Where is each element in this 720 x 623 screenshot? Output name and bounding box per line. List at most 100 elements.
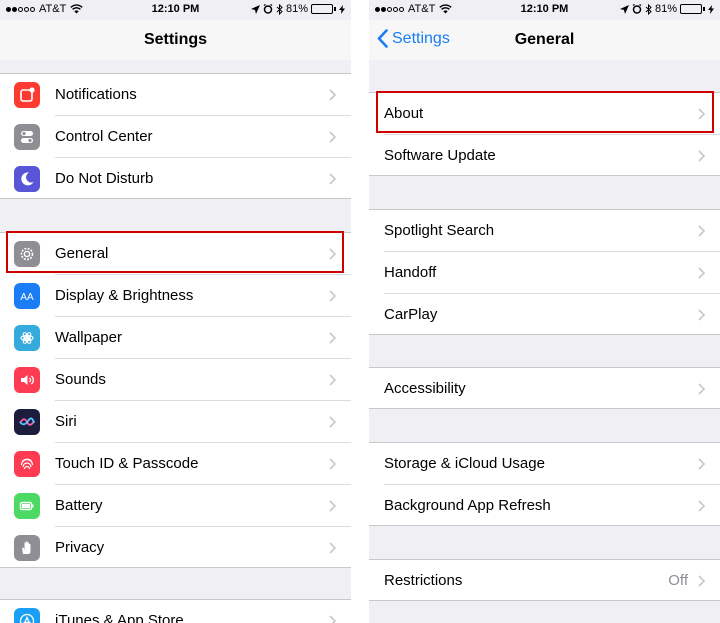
chevron-right-icon bbox=[329, 542, 336, 554]
settings-row-background-app-refresh[interactable]: Background App Refresh bbox=[369, 485, 720, 527]
chevron-right-icon bbox=[329, 615, 336, 623]
row-label: Battery bbox=[55, 497, 103, 514]
settings-group: About Software Update bbox=[369, 92, 720, 176]
row-label: Display & Brightness bbox=[55, 287, 194, 304]
settings-row-notifications[interactable]: Notifications bbox=[0, 74, 351, 116]
row-label: Wallpaper bbox=[55, 329, 122, 346]
settings-group: Accessibility bbox=[369, 367, 720, 409]
page-title: General bbox=[514, 31, 575, 48]
settings-row-control-center[interactable]: Control Center bbox=[0, 116, 351, 158]
settings-row-accessibility[interactable]: Accessibility bbox=[369, 368, 720, 410]
chevron-right-icon bbox=[698, 383, 705, 395]
settings-row-software-update[interactable]: Software Update bbox=[369, 135, 720, 177]
bluetooth-icon bbox=[645, 3, 652, 15]
settings-row-handoff[interactable]: Handoff bbox=[369, 252, 720, 294]
chevron-right-icon bbox=[698, 150, 705, 162]
speaker-icon bbox=[14, 367, 40, 393]
gear-icon bbox=[14, 241, 40, 267]
chevron-right-icon bbox=[329, 173, 336, 185]
chevron-right-icon bbox=[698, 500, 705, 512]
row-label: Spotlight Search bbox=[384, 222, 495, 239]
chevron-right-icon bbox=[698, 225, 705, 237]
row-label: Siri bbox=[55, 413, 77, 430]
settings-row-carplay[interactable]: CarPlay bbox=[369, 294, 720, 336]
chevron-right-icon bbox=[329, 89, 336, 101]
settings-group: Restrictions Off bbox=[369, 559, 720, 601]
row-label: Software Update bbox=[384, 147, 496, 164]
row-label: Background App Refresh bbox=[384, 497, 551, 514]
battery-percent: 81% bbox=[654, 3, 677, 15]
chevron-right-icon bbox=[698, 108, 705, 120]
charging-bolt-icon bbox=[339, 4, 345, 14]
settings-row-touch-id-and-passcode[interactable]: Touch ID & Passcode bbox=[0, 443, 351, 485]
settings-row-privacy[interactable]: Privacy bbox=[0, 527, 351, 569]
status-bar: AT&T 12:10 PM 81% bbox=[369, 0, 720, 20]
row-label: Privacy bbox=[55, 539, 105, 556]
battery-icon bbox=[14, 493, 40, 519]
chevron-right-icon bbox=[329, 131, 336, 143]
battery-percent: 81% bbox=[285, 3, 308, 15]
settings-row-about[interactable]: About bbox=[369, 93, 720, 135]
status-bar: AT&T 12:10 PM 81% bbox=[0, 0, 351, 20]
settings-row-spotlight-search[interactable]: Spotlight Search bbox=[369, 210, 720, 252]
battery-icon bbox=[311, 4, 336, 14]
location-icon bbox=[619, 4, 629, 14]
settings-row-battery[interactable]: Battery bbox=[0, 485, 351, 527]
svg-text:AA: AA bbox=[20, 292, 34, 303]
chevron-right-icon bbox=[329, 332, 336, 344]
row-label: Sounds bbox=[55, 371, 106, 388]
app-store-icon bbox=[14, 608, 40, 623]
row-label: Accessibility bbox=[384, 380, 466, 397]
chevron-right-icon bbox=[329, 416, 336, 428]
row-label: CarPlay bbox=[384, 306, 438, 323]
moon-icon bbox=[14, 166, 40, 192]
navigation-bar: Settings bbox=[0, 20, 351, 60]
notifications-icon bbox=[14, 82, 40, 108]
row-label: Storage & iCloud Usage bbox=[384, 455, 545, 472]
chevron-right-icon bbox=[329, 290, 336, 302]
chevron-right-icon bbox=[329, 458, 336, 470]
settings-row-storage-and-icloud-usage[interactable]: Storage & iCloud Usage bbox=[369, 443, 720, 485]
chevron-right-icon bbox=[329, 500, 336, 512]
hand-icon bbox=[14, 535, 40, 561]
chevron-right-icon bbox=[698, 458, 705, 470]
settings-row-wallpaper[interactable]: Wallpaper bbox=[0, 317, 351, 359]
chevron-right-icon bbox=[698, 575, 705, 587]
charging-bolt-icon bbox=[708, 4, 714, 14]
settings-group: iTunes & App Store bbox=[0, 599, 351, 623]
chevron-right-icon bbox=[329, 374, 336, 386]
wallpaper-icon bbox=[14, 325, 40, 351]
settings-screen: AT&T 12:10 PM 81% Settings iTunes & App … bbox=[0, 0, 351, 623]
alarm-icon bbox=[263, 4, 273, 14]
chevron-right-icon bbox=[698, 267, 705, 279]
location-icon bbox=[250, 4, 260, 14]
settings-group: Spotlight Search Handoff CarPlay bbox=[369, 209, 720, 335]
settings-row-itunes-and-app-store[interactable]: iTunes & App Store bbox=[0, 600, 351, 623]
settings-row-sounds[interactable]: Sounds bbox=[0, 359, 351, 401]
row-label: General bbox=[55, 245, 109, 262]
row-label: Touch ID & Passcode bbox=[55, 455, 199, 472]
settings-group: Notifications Control Center Do Not Distur… bbox=[0, 73, 351, 199]
row-label: Do Not Disturb bbox=[55, 170, 154, 187]
settings-row-restrictions[interactable]: Restrictions Off bbox=[369, 560, 720, 602]
alarm-icon bbox=[632, 4, 642, 14]
row-value: Off bbox=[668, 572, 688, 589]
display-icon: AA bbox=[14, 283, 40, 309]
settings-row-siri[interactable]: Siri bbox=[0, 401, 351, 443]
settings-row-do-not-disturb[interactable]: Do Not Disturb bbox=[0, 158, 351, 200]
control-center-icon bbox=[14, 124, 40, 150]
settings-group: Storage & iCloud Usage Background App Ref… bbox=[369, 442, 720, 526]
siri-icon bbox=[14, 409, 40, 435]
settings-row-display-and-brightness[interactable]: AA Display & Brightness bbox=[0, 275, 351, 317]
row-label: Handoff bbox=[384, 264, 437, 281]
row-label: Notifications bbox=[55, 86, 137, 103]
page-title: Settings bbox=[143, 31, 208, 48]
general-screen: AT&T 12:10 PM 81% Settings General Restr… bbox=[369, 0, 720, 623]
bluetooth-icon bbox=[276, 3, 283, 15]
row-label: About bbox=[384, 105, 424, 122]
settings-group: General AA Display & Brightness Wallpaper So… bbox=[0, 232, 351, 568]
chevron-right-icon bbox=[329, 248, 336, 260]
settings-row-general[interactable]: General bbox=[0, 233, 351, 275]
battery-icon bbox=[680, 4, 705, 14]
row-label: iTunes & App Store bbox=[55, 612, 184, 623]
